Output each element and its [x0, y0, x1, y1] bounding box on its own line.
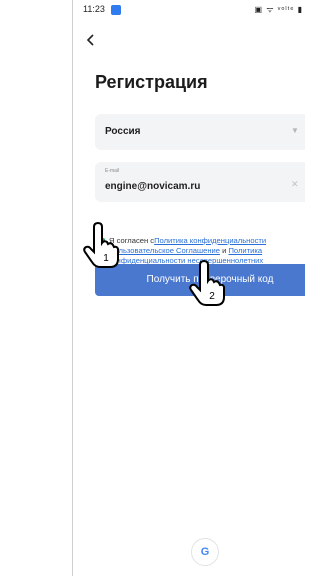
status-time: 11:23 — [83, 4, 105, 14]
link-user-agreement[interactable]: Пользовательское Соглашение — [109, 246, 220, 255]
hand-cursor-marker-1: 1 — [80, 221, 124, 269]
hand-cursor-marker-2: 2 — [186, 259, 230, 307]
clear-icon[interactable]: ✕ — [291, 179, 299, 190]
marker-1-label: 1 — [103, 253, 109, 264]
page-title: Регистрация — [95, 72, 208, 92]
marker-2-label: 2 — [209, 291, 215, 302]
link-policy[interactable]: Политика — [228, 246, 262, 255]
status-bar: 11:23 ▣ ᯤ ᵛᵒˡᵗᵉ ▮ — [83, 4, 305, 18]
caret-down-icon: ▼ — [291, 126, 299, 135]
status-icons: ▣ ᯤ ᵛᵒˡᵗᵉ ▮ — [254, 5, 303, 14]
google-icon: G — [200, 546, 210, 558]
country-value: Россия — [105, 126, 141, 137]
email-field[interactable]: E-mail engine@novicam.ru ✕ — [95, 162, 305, 202]
google-login-button[interactable]: G — [191, 538, 219, 566]
back-arrow-icon[interactable] — [83, 32, 99, 48]
email-value: engine@novicam.ru — [105, 181, 201, 192]
country-select[interactable]: Россия ▼ — [95, 114, 305, 150]
link-privacy-policy[interactable]: Политика конфиденциальности — [154, 236, 266, 245]
app-notification-icon — [111, 5, 121, 15]
email-label: E-mail — [105, 168, 120, 174]
